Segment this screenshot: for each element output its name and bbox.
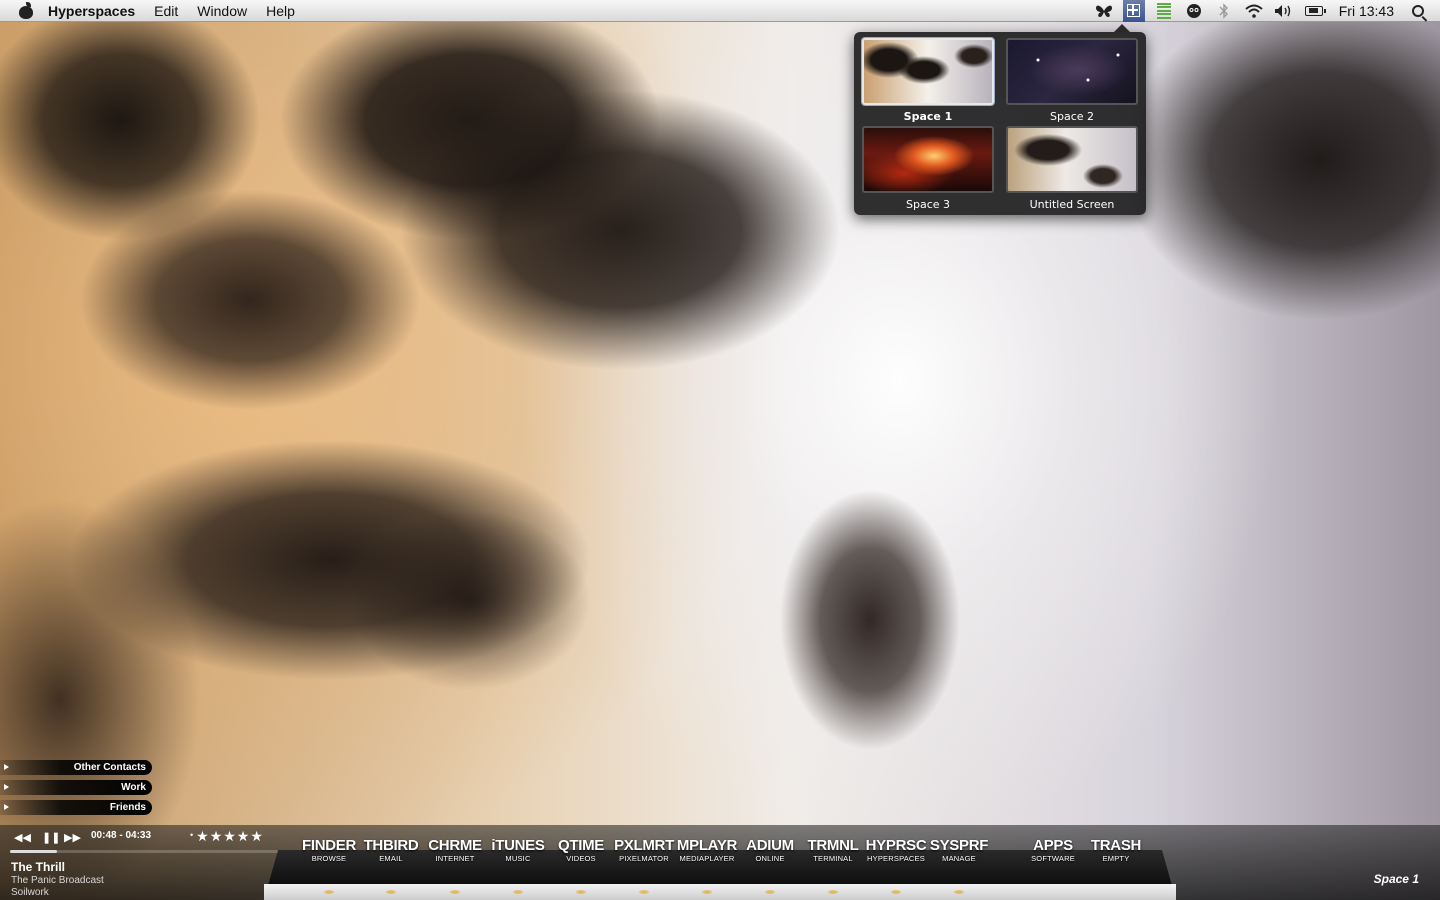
contact-groups: Other Contacts Work Friends <box>0 760 152 820</box>
wifi-icon[interactable] <box>1243 0 1265 22</box>
space-label: Untitled Screen <box>1029 198 1115 211</box>
running-indicator <box>576 890 586 894</box>
menu-help[interactable]: Help <box>266 3 295 19</box>
battery-icon[interactable] <box>1303 0 1326 22</box>
disclosure-triangle-icon[interactable] <box>4 764 9 770</box>
dock-item-subtitle: EMPTY <box>1102 854 1130 863</box>
volume-icon[interactable] <box>1273 0 1295 22</box>
track-progress-fill <box>10 850 58 853</box>
dock-item-subtitle: MANAGE <box>942 854 976 863</box>
untitled-screen-thumbnail[interactable]: Untitled Screen <box>1004 126 1140 211</box>
running-indicator <box>954 890 964 894</box>
creature-icon[interactable] <box>1183 0 1205 22</box>
running-indicator <box>828 890 838 894</box>
space-preview <box>862 38 994 105</box>
desktop-wallpaper <box>0 0 1440 900</box>
music-player: ◀◀ ❚❚ ▶▶ 00:48 - 04:33 • ★★★★★ The Thrill… <box>0 828 280 900</box>
running-indicator <box>513 890 523 894</box>
track-time: 00:48 - 04:33 <box>91 830 152 841</box>
track-album: The Panic Broadcast <box>11 875 104 886</box>
track-rating[interactable]: • ★★★★★ <box>190 828 264 845</box>
menu-app-name[interactable]: Hyperspaces <box>48 3 135 19</box>
contact-group-friends[interactable]: Friends <box>0 800 152 815</box>
space-3-thumbnail[interactable]: Space 3 <box>860 126 996 211</box>
menu-clock[interactable]: Fri 13:43 <box>1339 3 1394 19</box>
contact-group-other[interactable]: Other Contacts <box>0 760 152 775</box>
activity-bars-icon[interactable] <box>1153 0 1175 22</box>
space-label: Space 2 <box>1049 110 1095 123</box>
track-artist: Soilwork <box>11 887 49 898</box>
running-indicator <box>891 890 901 894</box>
rating-stars[interactable]: ★★★★★ <box>196 828 264 844</box>
space-label: Space 3 <box>905 198 951 211</box>
contact-group-work[interactable]: Work <box>0 780 152 795</box>
spotlight-search-icon[interactable] <box>1412 4 1424 17</box>
current-space-indicator: Space 1 <box>1373 872 1419 886</box>
bluetooth-icon[interactable] <box>1213 0 1235 22</box>
next-track-icon[interactable]: ▶▶ <box>64 831 81 844</box>
menu-extras: Fri 13:43 <box>1089 0 1440 22</box>
space-2-thumbnail[interactable]: Space 2 <box>1004 38 1140 123</box>
running-indicator <box>639 890 649 894</box>
space-preview <box>862 126 994 193</box>
dock-item-sysprf[interactable]: SYSPRF MANAGE <box>919 838 999 864</box>
menu-edit[interactable]: Edit <box>154 3 178 19</box>
space-1-thumbnail[interactable]: Space 1 <box>860 38 996 123</box>
running-indicator <box>450 890 460 894</box>
disclosure-triangle-icon[interactable] <box>4 804 9 810</box>
contact-group-label: Friends <box>109 802 146 813</box>
pause-icon[interactable]: ❚❚ <box>42 831 60 844</box>
space-label: Space 1 <box>903 110 953 123</box>
running-indicator <box>702 890 712 894</box>
spaces-popup: Space 1 Space 2 Space 3 Untitled Screen <box>854 24 1146 215</box>
track-progress-bar[interactable] <box>10 850 278 853</box>
running-indicator <box>324 890 334 894</box>
contact-group-label: Other Contacts <box>73 762 146 773</box>
dock-shelf-glass <box>264 884 1176 900</box>
apple-menu-icon[interactable] <box>18 1 34 20</box>
space-preview <box>1006 38 1138 105</box>
menu-bar: Hyperspaces Edit Window Help Fri 13:43 <box>0 0 1440 22</box>
menu-window[interactable]: Window <box>197 3 247 19</box>
running-indicator <box>765 890 775 894</box>
contact-group-label: Work <box>121 782 146 793</box>
dock-item-name: SYSPRF <box>929 837 989 854</box>
running-indicator <box>386 890 396 894</box>
dock-item-name: TRASH <box>1090 837 1142 854</box>
dock-item-trash[interactable]: TRASH EMPTY <box>1076 838 1156 864</box>
butterfly-icon[interactable] <box>1093 0 1115 22</box>
space-preview <box>1006 126 1138 193</box>
disclosure-triangle-icon[interactable] <box>4 784 9 790</box>
rating-dot: • <box>190 830 195 840</box>
previous-track-icon[interactable]: ◀◀ <box>14 831 31 844</box>
spaces-icon[interactable] <box>1122 0 1145 22</box>
track-title: The Thrill <box>11 860 65 874</box>
